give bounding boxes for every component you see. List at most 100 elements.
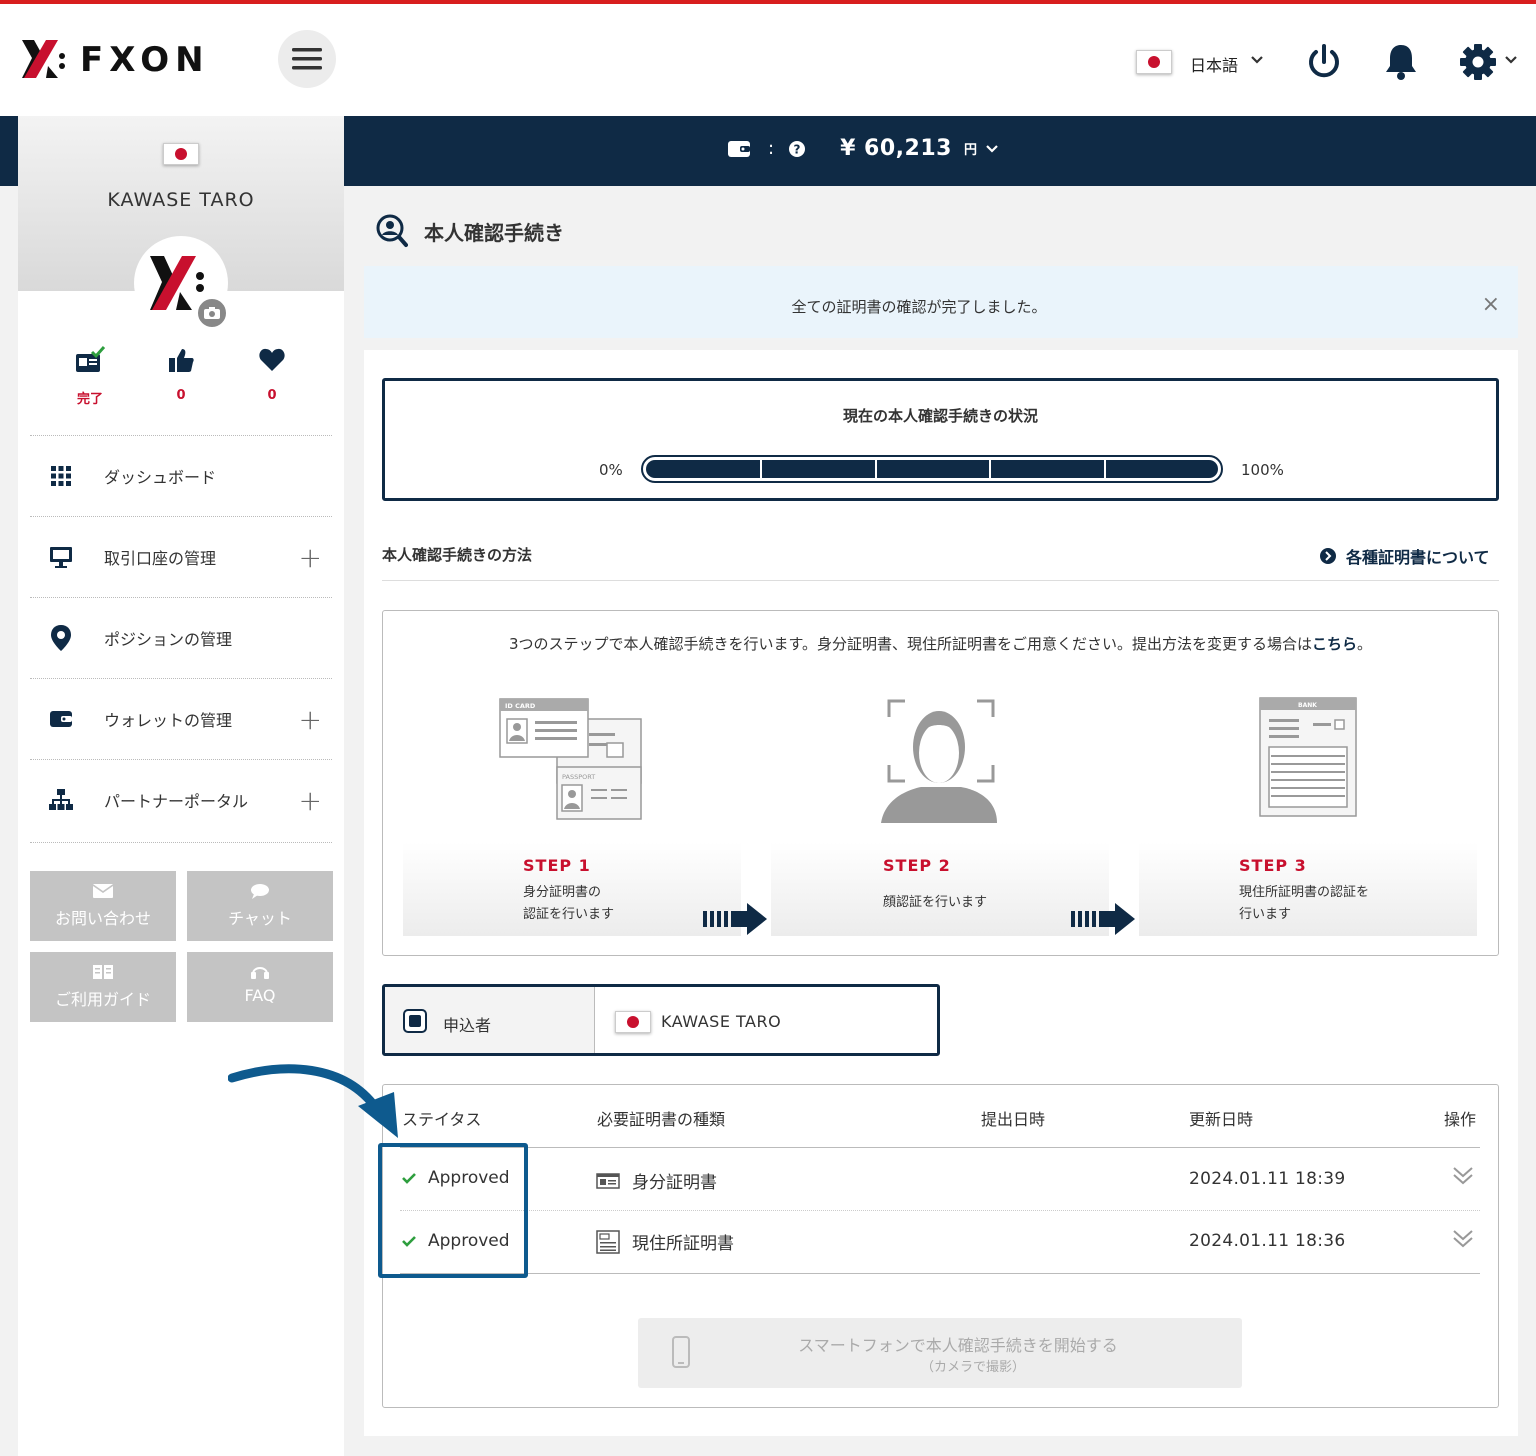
chevron-circle-right-icon: [1320, 548, 1336, 564]
sidebar-item-partner-portal[interactable]: パートナーポータル +: [30, 760, 332, 840]
close-icon[interactable]: ×: [1482, 292, 1500, 317]
status-title: 現在の本人確認手続きの状況: [842, 407, 1038, 425]
status-highlight-box: [378, 1143, 528, 1278]
column-header-updated: 更新日時: [1189, 1110, 1254, 1129]
power-icon[interactable]: [1304, 42, 1344, 82]
divider: [30, 842, 332, 843]
sitemap-icon: [49, 789, 73, 810]
sidebar-item-dashboard[interactable]: ダッシュボード: [30, 436, 332, 516]
grid-icon: [51, 466, 71, 486]
document-type: 身分証明書: [596, 1168, 717, 1193]
balance-summary[interactable]: : ? ¥ 60,213 円: [728, 136, 999, 161]
applicant-panel: 申込者 KAWASE TARO: [382, 984, 940, 1056]
question-circle-icon[interactable]: ?: [788, 140, 806, 158]
step-label: STEP 1: [523, 856, 591, 875]
chat-button-label: チャット: [228, 909, 292, 928]
step-text: 身分証明書の 認証を行います: [523, 885, 615, 922]
progress-max-label: 100%: [1241, 461, 1284, 479]
camera-badge[interactable]: [196, 297, 228, 329]
address-doc-icon: [596, 1229, 620, 1254]
documents-info-link[interactable]: 各種証明書について: [1320, 544, 1490, 568]
chevron-down-icon[interactable]: [1250, 54, 1264, 66]
divider: [400, 1147, 1480, 1148]
sidebar-item-wallet[interactable]: ウォレットの管理 +: [30, 679, 332, 759]
svg-text:BANK: BANK: [1298, 702, 1317, 709]
annotation-arrow-icon: [228, 1064, 398, 1138]
user-guide-button[interactable]: ご利用ガイド: [30, 952, 176, 1022]
success-alert: 全ての証明書の確認が完了しました。 ×: [364, 266, 1518, 338]
camera-icon: [204, 307, 220, 319]
step-1-card: STEP 1 身分証明書の 認証を行います: [403, 842, 741, 936]
sidebar: KAWASE TARO 完了 0 0 ダッシュボード 取引口座の管理 + ポジシ…: [18, 116, 344, 1456]
balance-amount: ¥ 60,213: [840, 136, 952, 161]
progress-bar: [641, 455, 1223, 483]
column-header-submitted: 提出日時: [981, 1110, 1046, 1129]
envelope-icon: [92, 884, 114, 898]
user-guide-button-label: ご利用ガイド: [54, 990, 151, 1009]
brand-wordmark: FXON: [80, 40, 210, 80]
id-card-check-icon: [76, 346, 106, 372]
step-arrow-icon: [1071, 903, 1135, 935]
contact-button[interactable]: お問い合わせ: [30, 871, 176, 941]
document-type: 現住所証明書: [596, 1229, 734, 1254]
sidebar-item-label: ダッシュボード: [104, 468, 217, 487]
faq-button[interactable]: FAQ: [187, 952, 333, 1022]
expand-plus-icon[interactable]: +: [299, 784, 322, 817]
fxon-logo-icon[interactable]: [18, 36, 68, 86]
step-2-card: STEP 2 顔認証を行います: [771, 842, 1109, 936]
chevron-down-icon[interactable]: [985, 143, 999, 155]
expand-plus-icon[interactable]: +: [299, 703, 322, 736]
start-on-smartphone-button[interactable]: スマートフォンで本人確認手続きを開始する （カメラで撮影）: [638, 1318, 1242, 1388]
heart-icon: [259, 348, 285, 371]
verification-status-value: 完了: [76, 392, 103, 407]
user-search-icon: [376, 214, 408, 247]
likes-count: 0: [176, 388, 186, 403]
change-method-link[interactable]: こちら: [1312, 635, 1357, 653]
svg-text:ID CARD: ID CARD: [505, 702, 536, 710]
gear-icon[interactable]: [1458, 42, 1498, 82]
sidebar-item-label: パートナーポータル: [104, 792, 249, 811]
sidebar-item-trading-accounts[interactable]: 取引口座の管理 +: [30, 517, 332, 597]
likes-stat[interactable]: 0: [151, 346, 211, 403]
profile-name: KAWASE TARO: [107, 189, 255, 211]
step-arrow-icon: [703, 903, 767, 935]
divider: [400, 1210, 1480, 1211]
favorites-stat[interactable]: 0: [242, 346, 302, 403]
expand-plus-icon[interactable]: +: [299, 541, 322, 574]
applicant-label-cell: 申込者: [385, 987, 595, 1053]
menu-icon: [292, 48, 322, 70]
monitor-icon: [50, 547, 72, 568]
smartphone-button-sublabel: （カメラで撮影）: [920, 1360, 1025, 1375]
page-title-row: 本人確認手続き: [376, 214, 564, 248]
progress-fill: [646, 460, 1218, 478]
language-selector[interactable]: 日本語: [1190, 52, 1238, 76]
sidebar-item-positions[interactable]: ポジションの管理: [30, 598, 332, 678]
sidebar-item-label: 取引口座の管理: [104, 549, 217, 568]
alert-message: 全ての証明書の確認が完了しました。: [791, 298, 1047, 316]
column-header-status: ステイタス: [402, 1110, 482, 1129]
checkbox-icon[interactable]: [403, 1009, 427, 1033]
bell-icon[interactable]: [1382, 42, 1420, 82]
applicant-label: 申込者: [443, 1016, 492, 1035]
updated-datetime: 2024.01.11 18:39: [1189, 1169, 1346, 1189]
double-chevron-down-icon[interactable]: [1452, 1166, 1474, 1186]
step-label: STEP 2: [883, 856, 951, 875]
map-pin-icon: [51, 625, 71, 651]
step-text: 顔認証を行います: [883, 895, 988, 910]
bank-statement-illustration-icon: BANK: [1259, 697, 1357, 817]
divider: [400, 1273, 1480, 1274]
thumbs-up-icon: [169, 349, 194, 372]
face-recognition-illustration-icon: [881, 699, 997, 823]
progress-min-label: 0%: [599, 461, 623, 479]
double-chevron-down-icon[interactable]: [1452, 1229, 1474, 1249]
menu-toggle-button[interactable]: [278, 30, 336, 88]
documents-info-link-label: 各種証明書について: [1346, 548, 1490, 567]
chevron-down-icon[interactable]: [1504, 54, 1518, 66]
steps-description: 3つのステップで本人確認手続きを行います。身分証明書、現住所証明書をご用意くださ…: [508, 635, 1373, 653]
chat-button[interactable]: チャット: [187, 871, 333, 941]
verification-stat[interactable]: 完了: [60, 346, 120, 407]
faq-button-label: FAQ: [244, 986, 276, 1005]
sidebar-item-label: ポジションの管理: [104, 630, 233, 649]
chat-bubble-icon: [251, 884, 269, 899]
wallet-icon: [728, 140, 750, 157]
